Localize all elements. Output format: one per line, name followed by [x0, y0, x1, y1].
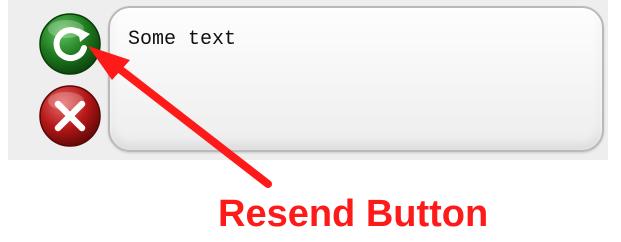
cancel-button[interactable] [38, 84, 102, 148]
screenshot-stage: Some text Resend Button [0, 0, 621, 242]
message-text: Some text [128, 28, 237, 51]
callout-label: Resend Button [218, 193, 489, 235]
message-box[interactable]: Some text [108, 6, 604, 152]
refresh-icon [39, 13, 101, 75]
resend-button[interactable] [38, 12, 102, 76]
close-icon [39, 85, 101, 147]
